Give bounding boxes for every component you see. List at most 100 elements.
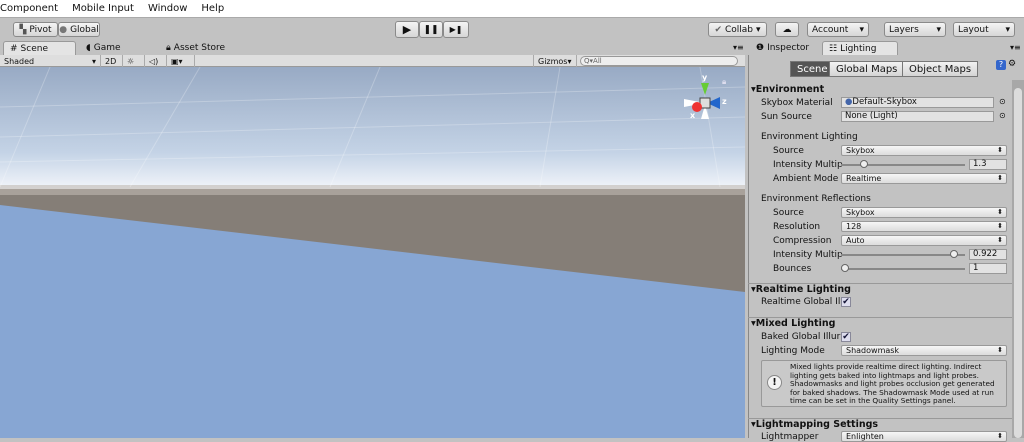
info-text: Mixed lights provide realtime direct lig… [790, 362, 995, 405]
lighting-mode-dropdown[interactable]: Shadowmask [841, 345, 1007, 356]
menu-component[interactable]: Component [0, 3, 58, 14]
shading-dropdown[interactable]: Shaded ▾ [0, 55, 101, 67]
tab-scene[interactable]: # Scene [3, 41, 76, 55]
segment-object-maps[interactable]: Object Maps [902, 61, 979, 77]
2d-toggle[interactable]: 2D [101, 55, 123, 67]
compression-dropdown[interactable]: Auto [841, 235, 1007, 246]
layout-dropdown[interactable]: Layout ▾ [953, 22, 1015, 37]
slider-knob[interactable] [841, 264, 849, 272]
reflection-source-dropdown[interactable]: Skybox [841, 207, 1007, 218]
globe-icon: ● [59, 24, 68, 35]
tab-game[interactable]: ◖ Game [80, 41, 127, 55]
compression-label: Compression [773, 236, 832, 246]
store-icon: 🔒︎ [166, 43, 171, 53]
skybox-field[interactable]: ●Default-Skybox [841, 97, 994, 108]
segment-global-maps[interactable]: Global Maps [829, 61, 905, 77]
realtime-gi-checkbox[interactable]: ✔ [841, 297, 851, 307]
realtime-gi-label: Realtime Global Il [761, 297, 841, 307]
scene-viewport[interactable]: y z x 🔒︎ [0, 67, 745, 438]
baked-gi-label: Baked Global Illur [761, 332, 841, 342]
intensity-label: Intensity Multip [773, 160, 843, 170]
scene-render[interactable] [0, 67, 745, 438]
env-source-dropdown[interactable]: Skybox [841, 145, 1007, 156]
ambient-mode-label: Ambient Mode [773, 174, 839, 184]
menu-window[interactable]: Window [148, 3, 187, 14]
step-button[interactable]: ▶❚ [443, 21, 469, 38]
scene-search-input[interactable]: Q▾All [580, 56, 738, 66]
dropdown-arrow-icon: ▾ [1005, 24, 1010, 35]
pivot-button[interactable]: ▚ Pivot [13, 22, 58, 37]
ambient-mode-dropdown[interactable]: Realtime [841, 173, 1007, 184]
slider-knob[interactable] [859, 160, 868, 168]
reflection-intensity-input[interactable]: 0.922 [969, 249, 1007, 260]
bounces-slider[interactable] [841, 264, 965, 272]
menu-mobile-input[interactable]: Mobile Input [72, 3, 134, 14]
pivot-icon: ▚ [19, 24, 27, 35]
effects-dropdown-icon[interactable]: ▣▾ [167, 55, 195, 67]
gizmos-dropdown[interactable]: Gizmos ▾ [533, 55, 577, 67]
dropdown-arrow-icon: ▾ [936, 24, 941, 35]
game-icon: ◖ [86, 43, 91, 53]
lighting-mode-label: Lighting Mode [761, 346, 825, 356]
audio-toggle-icon[interactable]: ◁) [145, 55, 167, 67]
scene-toolbar: Shaded ▾ 2D ☼ ◁) ▣▾ Gizmos ▾ Q▾All [0, 55, 745, 67]
bounces-input[interactable]: 1 [969, 263, 1007, 274]
section-lightmapping-settings[interactable]: ▾Lightmapping Settings [748, 418, 1012, 430]
account-dropdown[interactable]: Account ▾ [807, 22, 869, 37]
cloud-icon: ☁ [782, 24, 792, 35]
inspector-scrollbar[interactable] [1012, 80, 1024, 438]
sun-source-label: Sun Source [761, 112, 812, 122]
lighting-toggle-icon[interactable]: ☼ [123, 55, 145, 67]
dropdown-arrow-icon: ▾ [756, 24, 761, 35]
dropdown-arrow-icon: ▾ [859, 24, 864, 35]
env-lighting-heading: Environment Lighting [761, 132, 858, 142]
source-label: Source [773, 146, 804, 156]
section-environment[interactable]: ▾Environment [748, 84, 1012, 96]
grid-icon: # [10, 43, 18, 54]
tab-lighting[interactable]: ☷ Lighting [822, 41, 898, 55]
collab-button[interactable]: ✔ Collab ▾ [708, 22, 767, 37]
reflection-intensity-label: Intensity Multip [773, 250, 843, 260]
bounces-label: Bounces [773, 264, 812, 274]
pause-button[interactable]: ❚❚ [419, 21, 443, 38]
section-realtime-lighting[interactable]: ▾Realtime Lighting [748, 283, 1012, 295]
reflection-source-label: Source [773, 208, 804, 218]
scene-tab-bar: # Scene ◖ Game 🔒︎ Asset Store ▾≡ [0, 41, 745, 55]
resolution-dropdown[interactable]: 128 [841, 221, 1007, 232]
intensity-input[interactable]: 1.3 [969, 159, 1007, 170]
object-picker-icon[interactable]: ⊙ [999, 97, 1006, 106]
menu-bar: Component Mobile Input Window Help [0, 0, 1024, 17]
object-picker-icon[interactable]: ⊙ [999, 111, 1006, 120]
info-box: ! Mixed lights provide realtime direct l… [761, 360, 1007, 407]
sun-source-field[interactable]: None (Light) [841, 111, 994, 122]
menu-help[interactable]: Help [201, 3, 224, 14]
play-button[interactable]: ▶ [395, 21, 419, 38]
scrollbar-thumb[interactable] [1014, 88, 1022, 438]
global-button[interactable]: ● Global [58, 22, 100, 37]
info-icon: ❶ [756, 43, 765, 53]
baked-gi-checkbox[interactable]: ✔ [841, 332, 851, 342]
check-circle-icon: ✔ [714, 24, 722, 35]
env-reflections-heading: Environment Reflections [761, 194, 871, 204]
panel-menu-icon[interactable]: ▾≡ [733, 43, 744, 52]
tab-asset-store[interactable]: 🔒︎ Asset Store [160, 41, 231, 55]
section-mixed-lighting[interactable]: ▾Mixed Lighting [748, 317, 1012, 329]
lock-icon[interactable]: 🔒︎ [722, 77, 726, 87]
orientation-gizmo[interactable]: y z x 🔒︎ [680, 73, 730, 130]
segment-scene[interactable]: Scene [790, 61, 835, 77]
intensity-slider[interactable] [841, 160, 965, 168]
cloud-button[interactable]: ☁ [775, 22, 799, 37]
lightmapper-dropdown[interactable]: Enlighten [841, 431, 1007, 442]
help-icon[interactable]: ? [996, 60, 1006, 70]
resolution-label: Resolution [773, 222, 821, 232]
lighting-icon: ☷ [829, 43, 838, 54]
layers-dropdown[interactable]: Layers ▾ [884, 22, 946, 37]
panel-menu-icon[interactable]: ▾≡ [1010, 43, 1021, 52]
inspector-tab-bar: ❶ Inspector ☷ Lighting ▾≡ [748, 41, 1024, 55]
gear-icon[interactable]: ⚙ [1008, 59, 1016, 69]
info-icon: ! [767, 375, 782, 390]
search-icon: Q▾ [584, 57, 594, 65]
skybox-label: Skybox Material [761, 98, 833, 108]
reflection-intensity-slider[interactable] [841, 250, 965, 258]
tab-inspector[interactable]: ❶ Inspector [750, 41, 815, 55]
